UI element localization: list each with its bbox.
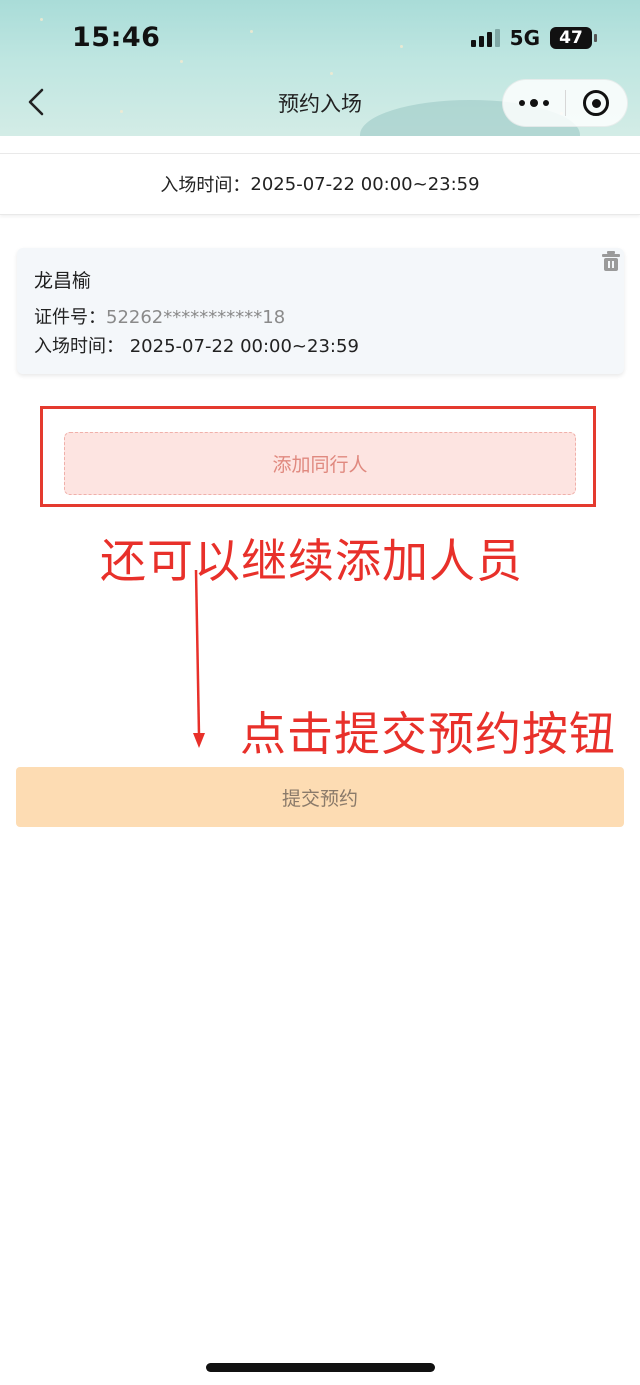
- network-type: 5G: [509, 26, 540, 50]
- visitor-card: 龙昌榆 证件号：52262***********18 入场时间： 2025-07…: [17, 248, 624, 374]
- delete-visitor-button[interactable]: [602, 251, 620, 271]
- visitor-name: 龙昌榆: [34, 270, 92, 292]
- target-icon: [583, 90, 610, 116]
- miniprogram-capsule: [502, 79, 628, 127]
- id-value: 52262***********18: [106, 307, 286, 328]
- entry-time-banner: 入场时间： 2025-07-22 00:00~23:59: [0, 153, 640, 215]
- banner-value: 2025-07-22 00:00~23:59: [250, 173, 480, 195]
- battery-icon: 47: [550, 27, 597, 49]
- entry-time-value: 2025-07-22 00:00~23:59: [129, 336, 359, 357]
- annotation-submit-hint: 点击提交预约按钮: [240, 707, 616, 761]
- more-button[interactable]: [503, 79, 565, 127]
- close-miniprogram-button[interactable]: [566, 79, 627, 127]
- more-icon: [519, 100, 525, 106]
- home-indicator: [206, 1363, 435, 1372]
- banner-label: 入场时间：: [160, 175, 251, 196]
- entry-time-row: 入场时间： 2025-07-22 00:00~23:59: [34, 332, 359, 358]
- signal-icon: [470, 29, 500, 47]
- submit-reservation-button[interactable]: 提交预约: [16, 767, 624, 827]
- trash-icon: [602, 251, 620, 271]
- annotation-add-hint: 还可以继续添加人员: [100, 534, 523, 588]
- entry-time-label: 入场时间：: [34, 336, 124, 357]
- status-indicators: 5G 47: [470, 26, 597, 50]
- id-label: 证件号：: [34, 307, 106, 328]
- id-row: 证件号：52262***********18: [34, 303, 285, 329]
- status-time: 15:46: [72, 22, 161, 53]
- add-companion-button[interactable]: 添加同行人: [64, 432, 576, 495]
- battery-level: 47: [559, 28, 583, 48]
